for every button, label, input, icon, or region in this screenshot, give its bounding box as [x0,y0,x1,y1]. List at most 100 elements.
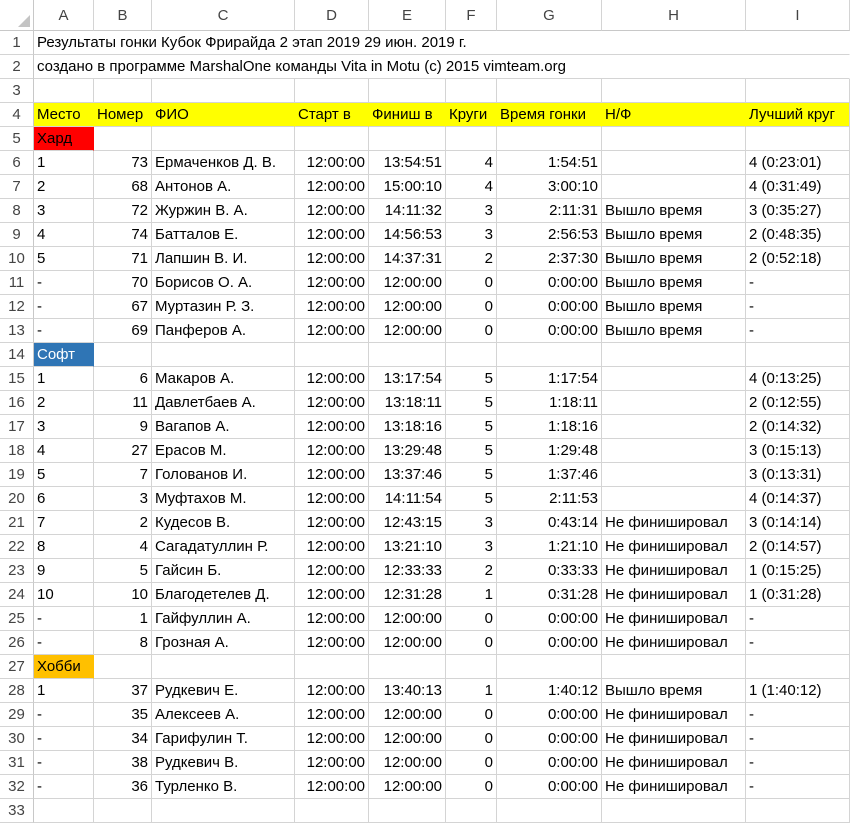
data-cell[interactable]: Не финишировал [602,703,746,727]
data-cell[interactable]: - [34,295,94,319]
data-cell[interactable]: 3 (0:13:31) [746,463,850,487]
data-cell[interactable]: 12:00:00 [295,535,369,559]
data-cell[interactable]: Давлетбаев А. [152,391,295,415]
row-number[interactable]: 11 [0,271,34,295]
data-cell[interactable]: 7 [94,463,152,487]
group-label[interactable]: Софт [34,343,94,367]
data-cell[interactable]: 1 (0:15:25) [746,559,850,583]
empty-cell[interactable] [497,799,602,823]
data-cell[interactable]: 4 (0:23:01) [746,151,850,175]
data-cell[interactable]: 12:00:00 [295,247,369,271]
data-cell[interactable]: Кудесов В. [152,511,295,535]
data-cell[interactable]: 4 (0:13:25) [746,367,850,391]
data-cell[interactable]: 0 [446,631,497,655]
data-cell[interactable]: 12:00:00 [295,271,369,295]
data-cell[interactable]: 0:00:00 [497,319,602,343]
data-cell[interactable]: 12:00:00 [295,319,369,343]
data-cell[interactable]: 1 (1:40:12) [746,679,850,703]
data-cell[interactable]: Не финишировал [602,631,746,655]
empty-cell[interactable] [369,799,446,823]
column-header-e[interactable]: E [369,0,446,31]
data-cell[interactable]: 12:00:00 [295,199,369,223]
data-cell[interactable] [602,463,746,487]
data-cell[interactable]: 11 [94,391,152,415]
column-header-g[interactable]: G [497,0,602,31]
data-cell[interactable]: 1 [34,679,94,703]
data-cell[interactable]: 8 [94,631,152,655]
data-cell[interactable]: 12:00:00 [369,631,446,655]
row-number[interactable]: 32 [0,775,34,799]
header-cell[interactable]: Круги [446,103,497,127]
data-cell[interactable]: Ерасов М. [152,439,295,463]
group-label[interactable]: Хард [34,127,94,151]
data-cell[interactable]: 5 [446,463,497,487]
data-cell[interactable]: 8 [34,535,94,559]
data-cell[interactable]: 1 [446,679,497,703]
data-cell[interactable]: Вышло время [602,271,746,295]
data-cell[interactable]: - [34,751,94,775]
data-cell[interactable]: 12:00:00 [295,367,369,391]
data-cell[interactable]: Борисов О. А. [152,271,295,295]
data-cell[interactable]: 5 [446,415,497,439]
data-cell[interactable]: 1 [446,583,497,607]
data-cell[interactable]: 5 [446,487,497,511]
data-cell[interactable]: 13:40:13 [369,679,446,703]
data-cell[interactable] [602,175,746,199]
row-number[interactable]: 1 [0,31,34,55]
data-cell[interactable]: 3 [446,199,497,223]
data-cell[interactable]: 27 [94,439,152,463]
data-cell[interactable]: 9 [34,559,94,583]
data-cell[interactable]: 3 [34,415,94,439]
data-cell[interactable]: 1:17:54 [497,367,602,391]
header-cell[interactable]: ФИО [152,103,295,127]
header-cell[interactable]: Лучший круг [746,103,850,127]
row-number[interactable]: 15 [0,367,34,391]
data-cell[interactable]: 12:00:00 [369,271,446,295]
data-cell[interactable]: 14:11:32 [369,199,446,223]
data-cell[interactable]: 1 (0:31:28) [746,583,850,607]
row-number[interactable]: 24 [0,583,34,607]
data-cell[interactable]: 1:29:48 [497,439,602,463]
report-title[interactable]: Результаты гонки Кубок Фрирайда 2 этап 2… [34,31,850,55]
data-cell[interactable]: 0:00:00 [497,751,602,775]
column-header-a[interactable]: A [34,0,94,31]
data-cell[interactable]: Не финишировал [602,583,746,607]
row-number[interactable]: 16 [0,391,34,415]
empty-cell[interactable] [295,79,369,103]
data-cell[interactable]: 2 [446,247,497,271]
data-cell[interactable]: 0:43:14 [497,511,602,535]
data-cell[interactable]: - [34,319,94,343]
data-cell[interactable]: 1 [34,151,94,175]
data-cell[interactable]: 12:00:00 [295,679,369,703]
data-cell[interactable]: 0:33:33 [497,559,602,583]
data-cell[interactable]: Грозная А. [152,631,295,655]
data-cell[interactable]: 2 [94,511,152,535]
row-number[interactable]: 3 [0,79,34,103]
data-cell[interactable]: 15:00:10 [369,175,446,199]
column-header-b[interactable]: B [94,0,152,31]
data-cell[interactable]: 12:00:00 [295,751,369,775]
header-cell[interactable]: Финиш в [369,103,446,127]
data-cell[interactable]: - [34,727,94,751]
data-cell[interactable]: 5 [446,391,497,415]
data-cell[interactable]: 13:17:54 [369,367,446,391]
data-cell[interactable]: 12:00:00 [369,727,446,751]
row-number[interactable]: 2 [0,55,34,79]
data-cell[interactable]: 2 (0:14:57) [746,535,850,559]
data-cell[interactable]: - [746,703,850,727]
data-cell[interactable]: Вышло время [602,319,746,343]
data-cell[interactable]: 12:00:00 [295,703,369,727]
data-cell[interactable]: 5 [34,463,94,487]
data-cell[interactable]: Вышло время [602,679,746,703]
column-header-d[interactable]: D [295,0,369,31]
data-cell[interactable]: 12:00:00 [295,487,369,511]
row-number[interactable]: 18 [0,439,34,463]
empty-cell[interactable] [94,343,152,367]
data-cell[interactable]: Алексеев А. [152,703,295,727]
empty-cell[interactable] [602,799,746,823]
empty-cell[interactable] [369,79,446,103]
data-cell[interactable]: 2 [446,559,497,583]
data-cell[interactable]: 12:00:00 [295,607,369,631]
data-cell[interactable]: 2 [34,391,94,415]
row-number[interactable]: 26 [0,631,34,655]
